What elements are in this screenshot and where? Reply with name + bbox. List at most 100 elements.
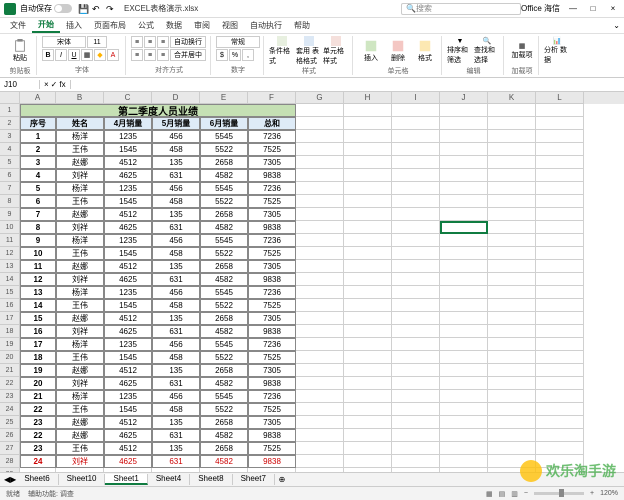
sheet-tab[interactable]: Sheet7	[233, 474, 275, 485]
cell[interactable]	[440, 442, 488, 455]
cell[interactable]: 456	[152, 390, 200, 403]
cell[interactable]: 4512	[104, 416, 152, 429]
cell[interactable]	[392, 429, 440, 442]
fx-icon[interactable]: fx	[59, 80, 65, 89]
cell[interactable]: 23	[20, 442, 56, 455]
cell[interactable]: 4	[20, 169, 56, 182]
row-header[interactable]: 19	[0, 338, 20, 351]
undo-icon[interactable]: ↶	[92, 4, 102, 14]
row-header[interactable]: 22	[0, 377, 20, 390]
cell[interactable]	[296, 416, 344, 429]
cell[interactable]	[440, 338, 488, 351]
cell[interactable]: 杨洋	[56, 234, 104, 247]
row-header[interactable]: 1	[0, 104, 20, 117]
fill-color-button[interactable]: ◆	[94, 49, 106, 61]
cell[interactable]	[392, 312, 440, 325]
cell[interactable]	[536, 195, 584, 208]
cell[interactable]	[488, 325, 536, 338]
cell[interactable]: 11	[20, 260, 56, 273]
cell[interactable]: 7525	[248, 195, 296, 208]
cell[interactable]: 王伟	[56, 403, 104, 416]
cell[interactable]: 姓名	[56, 117, 104, 130]
col-header-J[interactable]: J	[440, 92, 488, 104]
cell[interactable]	[392, 351, 440, 364]
cell[interactable]: 15	[20, 312, 56, 325]
cell[interactable]	[536, 299, 584, 312]
tab-review[interactable]: 审阅	[188, 18, 216, 33]
cell[interactable]	[392, 208, 440, 221]
cell[interactable]	[392, 286, 440, 299]
cell[interactable]: 赵娜	[56, 429, 104, 442]
cell[interactable]	[488, 169, 536, 182]
cell[interactable]: 赵娜	[56, 416, 104, 429]
cell[interactable]	[440, 234, 488, 247]
cell[interactable]: 458	[152, 247, 200, 260]
cell[interactable]	[488, 338, 536, 351]
cell[interactable]	[296, 364, 344, 377]
cell[interactable]: 赵娜	[56, 364, 104, 377]
cell[interactable]: 4625	[104, 325, 152, 338]
cell[interactable]	[488, 260, 536, 273]
cell[interactable]: 7525	[248, 247, 296, 260]
cell[interactable]	[392, 130, 440, 143]
row-header[interactable]: 26	[0, 429, 20, 442]
cell[interactable]	[344, 143, 392, 156]
cell[interactable]: 1	[20, 130, 56, 143]
cell[interactable]	[536, 416, 584, 429]
sheet-tab[interactable]: Sheet1	[105, 474, 147, 485]
cell[interactable]: 7305	[248, 156, 296, 169]
cell[interactable]: 4625	[104, 169, 152, 182]
cell[interactable]: 7236	[248, 338, 296, 351]
row-header[interactable]: 20	[0, 351, 20, 364]
row-header[interactable]: 21	[0, 364, 20, 377]
cell[interactable]	[296, 130, 344, 143]
cell[interactable]	[392, 169, 440, 182]
cell[interactable]	[296, 429, 344, 442]
cell[interactable]: 赵娜	[56, 156, 104, 169]
cell[interactable]	[488, 182, 536, 195]
row-header[interactable]: 6	[0, 169, 20, 182]
cell[interactable]	[440, 130, 488, 143]
cell[interactable]	[344, 234, 392, 247]
tab-layout[interactable]: 页面布局	[88, 18, 132, 33]
cell[interactable]	[536, 117, 584, 130]
cell[interactable]	[296, 325, 344, 338]
cell[interactable]: 456	[152, 182, 200, 195]
cell[interactable]: 序号	[20, 117, 56, 130]
tab-automate[interactable]: 自动执行	[244, 18, 288, 33]
cell[interactable]: 14	[20, 299, 56, 312]
zoom-out-button[interactable]: −	[524, 490, 528, 497]
merge-button[interactable]: 合并居中	[170, 49, 206, 61]
cell[interactable]	[536, 273, 584, 286]
tab-view[interactable]: 视图	[216, 18, 244, 33]
cell[interactable]	[296, 299, 344, 312]
cell[interactable]: 135	[152, 208, 200, 221]
cell[interactable]	[344, 169, 392, 182]
cell[interactable]	[488, 377, 536, 390]
cell[interactable]: 2658	[200, 156, 248, 169]
tab-file[interactable]: 文件	[4, 18, 32, 33]
cell[interactable]: 5545	[200, 338, 248, 351]
cell[interactable]	[392, 247, 440, 260]
cell[interactable]: 1545	[104, 351, 152, 364]
cell[interactable]	[344, 429, 392, 442]
cell[interactable]: 5545	[200, 130, 248, 143]
cell[interactable]: 刘祥	[56, 325, 104, 338]
cell[interactable]	[296, 156, 344, 169]
view-normal-icon[interactable]: ▦	[486, 490, 493, 498]
cell[interactable]	[488, 234, 536, 247]
redo-icon[interactable]: ↷	[106, 4, 116, 14]
cell[interactable]: 5522	[200, 299, 248, 312]
cell[interactable]	[440, 312, 488, 325]
cell[interactable]	[296, 208, 344, 221]
col-header-E[interactable]: E	[200, 92, 248, 104]
cell[interactable]	[296, 143, 344, 156]
cell[interactable]: 1235	[104, 390, 152, 403]
format-cells-button[interactable]: 格式	[412, 36, 438, 66]
cell[interactable]	[536, 390, 584, 403]
cell[interactable]: 4512	[104, 208, 152, 221]
cell[interactable]	[344, 299, 392, 312]
cell[interactable]	[296, 247, 344, 260]
cell[interactable]	[392, 156, 440, 169]
cell[interactable]: 456	[152, 338, 200, 351]
